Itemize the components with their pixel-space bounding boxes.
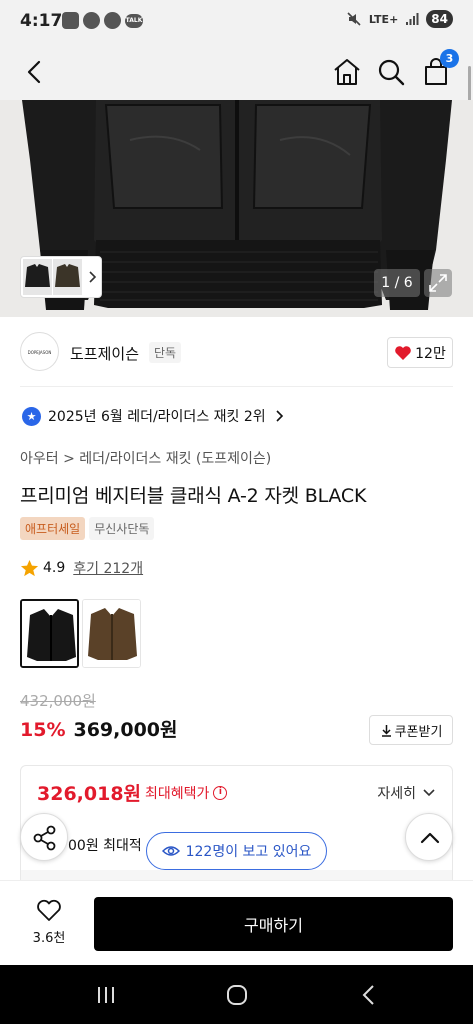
brand-like-count: 12만 (415, 345, 446, 362)
eye-icon (161, 846, 180, 856)
signal-icon (406, 13, 419, 25)
download-icon (381, 724, 391, 737)
chat-icon (104, 12, 121, 29)
gallery-thumbnail-strip[interactable] (20, 256, 102, 298)
mute-icon (347, 12, 361, 26)
back-button[interactable] (18, 55, 52, 89)
review-count-link[interactable]: 후기 212개 (73, 558, 143, 578)
brand-logo[interactable]: DOPEJASON (20, 332, 59, 371)
status-notification-icons: TALK (62, 12, 143, 29)
original-price: 432,000원 (20, 692, 96, 710)
brand-exclusive-tag: 단독 (149, 342, 182, 363)
coupon-button[interactable]: 쿠폰받기 (369, 715, 453, 745)
recent-apps-icon (98, 987, 114, 1003)
home-nav-button[interactable] (225, 983, 249, 1007)
max-benefit-label: 최대혜택가 (145, 786, 210, 802)
discount-rate: 15% (20, 719, 66, 741)
home-button[interactable] (330, 55, 364, 89)
wishlist-button[interactable]: 3.6천 (25, 899, 73, 946)
category-breadcrumb[interactable]: 아우터 > 레더/라이더스 재킷 (도프제이슨) (20, 448, 271, 468)
purchase-bar: 3.6천 구매하기 (0, 880, 473, 965)
max-points-text: 00원 최대적 (68, 838, 142, 854)
cart-count-badge: 3 (440, 49, 459, 68)
screenshot-icon (62, 12, 79, 29)
status-system-icons: LTE+ 84 (346, 10, 453, 28)
chevron-down-icon (423, 789, 435, 797)
thumbnail-black[interactable] (23, 259, 52, 295)
viewer-count-pill: 122명이 보고 있어요 (146, 832, 327, 870)
heart-outline-icon (37, 899, 61, 921)
coupon-label: 쿠폰받기 (394, 724, 443, 740)
search-icon (378, 59, 405, 86)
ranking-text: 2025년 6월 레더/라이더스 재킷 2위 (48, 409, 266, 425)
after-sale-badge: 애프터세일 (20, 517, 86, 540)
divider (20, 386, 453, 387)
color-option-black[interactable] (20, 599, 79, 668)
sale-price: 369,000원 (73, 719, 178, 741)
heart-filled-icon (395, 345, 411, 360)
expand-image-button[interactable] (424, 269, 452, 297)
color-option-brown[interactable] (82, 599, 141, 668)
chevron-up-icon (420, 832, 440, 844)
thumbnail-brown[interactable] (53, 259, 82, 295)
buy-button[interactable]: 구매하기 (94, 897, 453, 951)
max-benefit-label-group: 최대혜택가 i (145, 783, 228, 803)
brand-row: DOPEJASON 도프제이슨 단독 12만 (20, 332, 453, 374)
star-icon (20, 559, 39, 576)
max-benefit-price: 326,018원 (37, 783, 142, 805)
rating-row: 4.9 후기 212개 (20, 558, 143, 578)
expand-icon (429, 274, 447, 292)
home-circle-icon (227, 985, 247, 1005)
info-icon[interactable]: i (213, 786, 228, 800)
cart-button[interactable]: 3 (419, 49, 459, 89)
ranking-link[interactable]: ★ 2025년 6월 레더/라이더스 재킷 2위 (22, 406, 285, 426)
detail-label: 자세히 (377, 786, 416, 802)
message-icon (83, 12, 100, 29)
back-chevron-icon (362, 985, 374, 1005)
musinsa-exclusive-badge: 무신사단독 (89, 517, 155, 540)
status-time: 4:17 (20, 11, 63, 31)
share-button[interactable] (20, 813, 68, 861)
network-label: LTE+ (368, 12, 399, 26)
chevron-right-icon (89, 271, 97, 283)
benefit-detail-button[interactable]: 자세히 (377, 783, 436, 803)
status-bar: 4:17 TALK LTE+ 84 (0, 0, 473, 44)
battery-indicator: 84 (426, 10, 453, 28)
price-row: 15% 369,000원 (20, 715, 178, 742)
share-icon (33, 825, 56, 851)
ranking-medal-icon: ★ (22, 406, 41, 426)
product-title: 프리미엄 베지터블 클래식 A-2 자켓 BLACK (20, 485, 367, 507)
image-page-counter: 1 / 6 (374, 269, 420, 297)
rating-value: 4.9 (43, 560, 66, 576)
wishlist-count: 3.6천 (32, 931, 66, 946)
chevron-right-icon (276, 410, 283, 422)
product-badges: 애프터세일 무신사단독 (20, 517, 155, 540)
system-navigation-bar (0, 965, 473, 1024)
recent-apps-button[interactable] (94, 983, 118, 1007)
viewer-count-text: 122명이 보고 있어요 (185, 844, 312, 860)
talk-icon: TALK (125, 13, 143, 28)
brand-name[interactable]: 도프제이슨 (70, 343, 139, 364)
top-navigation: 3 (0, 44, 473, 100)
home-icon (334, 59, 360, 85)
scroll-top-button[interactable] (405, 813, 453, 861)
back-arrow-icon (27, 60, 41, 84)
search-button[interactable] (374, 55, 408, 89)
brand-like-button[interactable]: 12만 (387, 337, 453, 368)
back-nav-button[interactable] (357, 983, 381, 1007)
